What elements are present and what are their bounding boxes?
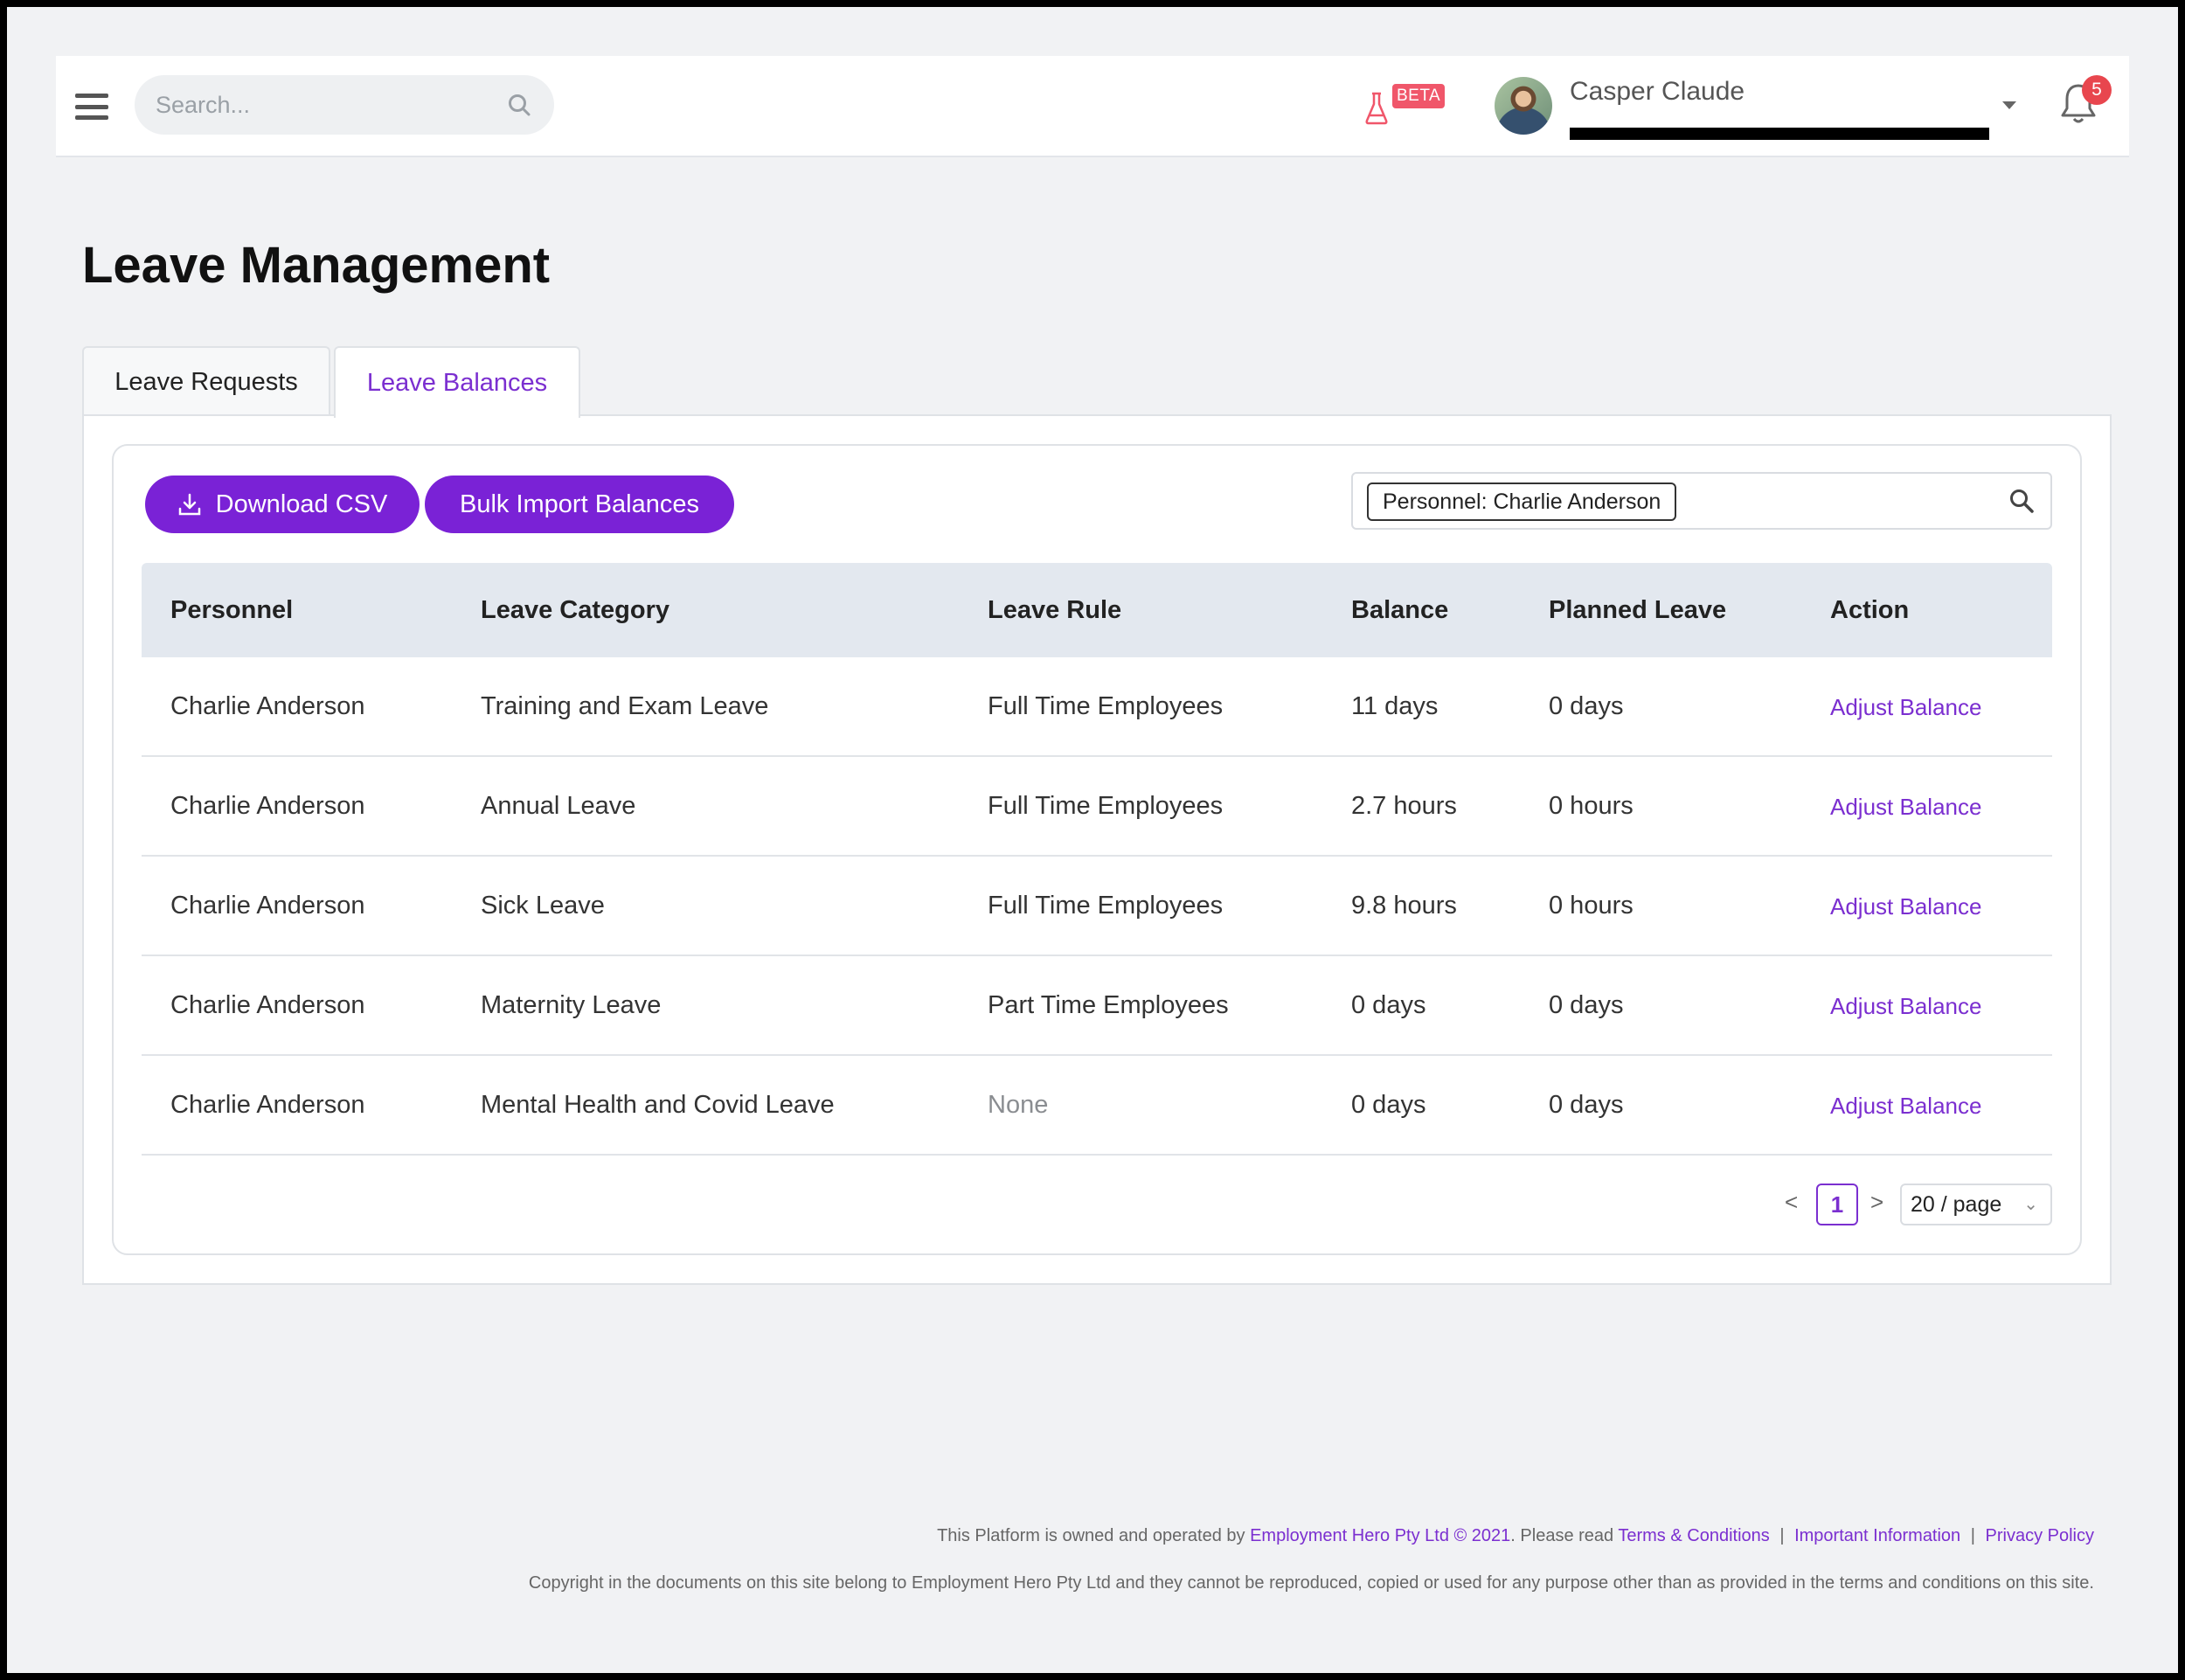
global-search bbox=[135, 75, 554, 135]
cell-balance: 0 days bbox=[1351, 991, 1426, 1019]
footer-separator: | bbox=[1779, 1526, 1785, 1545]
table-header: Personnel Leave Category Leave Rule Bala… bbox=[142, 563, 2052, 657]
cell-planned-leave: 0 days bbox=[1549, 1091, 1624, 1119]
filter-search-icon[interactable] bbox=[2008, 488, 2035, 518]
cell-leave-rule: Part Time Employees bbox=[988, 991, 1229, 1019]
page-title: Leave Management bbox=[82, 237, 551, 294]
avatar bbox=[1495, 77, 1552, 135]
search-input[interactable] bbox=[156, 75, 496, 135]
page-size-value: 20 / page bbox=[1911, 1192, 2002, 1217]
notification-count-badge: 5 bbox=[2082, 75, 2112, 105]
adjust-balance-link[interactable]: Adjust Balance bbox=[1830, 893, 1981, 920]
filter-chip[interactable]: Personnel: Charlie Anderson bbox=[1367, 482, 1677, 521]
adjust-balance-link[interactable]: Adjust Balance bbox=[1830, 993, 1981, 1020]
download-csv-button[interactable]: Download CSV bbox=[145, 476, 420, 533]
redacted-email bbox=[1570, 128, 1989, 140]
personnel-filter-input[interactable]: Personnel: Charlie Anderson bbox=[1351, 472, 2052, 530]
chevron-down-icon[interactable] bbox=[2001, 100, 2017, 115]
cell-balance: 2.7 hours bbox=[1351, 792, 1457, 820]
download-icon bbox=[177, 492, 202, 517]
footer-mid: . Please read bbox=[1510, 1526, 1614, 1545]
cell-leave-category: Sick Leave bbox=[481, 892, 605, 920]
column-header-leave-rule: Leave Rule bbox=[988, 596, 1122, 624]
cell-personnel: Charlie Anderson bbox=[170, 892, 365, 920]
top-navigation-bar: BETA Casper Claude 5 bbox=[56, 56, 2129, 157]
cell-leave-rule: Full Time Employees bbox=[988, 892, 1224, 920]
app-frame: BETA Casper Claude 5 Leave Management Le… bbox=[7, 7, 2178, 1673]
pagination-next-button[interactable]: > bbox=[1870, 1189, 1883, 1216]
column-header-leave-category: Leave Category bbox=[481, 596, 669, 624]
chevron-down-icon: ⌄ bbox=[2023, 1195, 2038, 1214]
company-link[interactable]: Employment Hero Pty Ltd © 2021 bbox=[1250, 1526, 1510, 1545]
cell-leave-rule: Full Time Employees bbox=[988, 692, 1224, 720]
table-row: Charlie Anderson Sick Leave Full Time Em… bbox=[142, 857, 2052, 956]
table-row: Charlie Anderson Annual Leave Full Time … bbox=[142, 757, 2052, 857]
cell-planned-leave: 0 hours bbox=[1549, 792, 1634, 820]
privacy-policy-link[interactable]: Privacy Policy bbox=[1986, 1526, 2094, 1545]
cell-personnel: Charlie Anderson bbox=[170, 991, 365, 1019]
cell-planned-leave: 0 hours bbox=[1549, 892, 1634, 920]
table-row: Charlie Anderson Maternity Leave Part Ti… bbox=[142, 956, 2052, 1056]
cell-personnel: Charlie Anderson bbox=[170, 692, 365, 720]
page-size-select[interactable]: 20 / page ⌄ bbox=[1900, 1184, 2052, 1225]
user-menu[interactable]: Casper Claude bbox=[1495, 73, 2054, 140]
cell-leave-category: Annual Leave bbox=[481, 792, 636, 820]
footer-ownership-line: This Platform is owned and operated by E… bbox=[937, 1526, 2094, 1546]
cell-balance: 0 days bbox=[1351, 1091, 1426, 1119]
cell-leave-category: Training and Exam Leave bbox=[481, 692, 769, 720]
pagination-current-page[interactable]: 1 bbox=[1816, 1184, 1858, 1225]
column-header-balance: Balance bbox=[1351, 596, 1449, 624]
beta-features-button[interactable]: BETA bbox=[1363, 80, 1446, 133]
adjust-balance-link[interactable]: Adjust Balance bbox=[1830, 1093, 1981, 1120]
notifications-button[interactable]: 5 bbox=[2059, 75, 2112, 136]
tab-leave-requests[interactable]: Leave Requests bbox=[82, 346, 330, 416]
hamburger-menu-icon[interactable] bbox=[75, 94, 108, 120]
cell-planned-leave: 0 days bbox=[1549, 991, 1624, 1019]
column-header-action: Action bbox=[1830, 596, 1910, 624]
cell-leave-rule: None bbox=[988, 1091, 1049, 1119]
cell-personnel: Charlie Anderson bbox=[170, 1091, 365, 1119]
flask-icon bbox=[1363, 91, 1390, 130]
column-header-personnel: Personnel bbox=[170, 596, 294, 624]
adjust-balance-link[interactable]: Adjust Balance bbox=[1830, 694, 1981, 721]
footer-copyright: Copyright in the documents on this site … bbox=[528, 1573, 2094, 1593]
footer-prefix: This Platform is owned and operated by bbox=[937, 1526, 1245, 1545]
tab-leave-balances[interactable]: Leave Balances bbox=[334, 346, 580, 418]
search-icon[interactable] bbox=[507, 93, 531, 121]
cell-balance: 9.8 hours bbox=[1351, 892, 1457, 920]
terms-link[interactable]: Terms & Conditions bbox=[1618, 1526, 1769, 1545]
important-information-link[interactable]: Important Information bbox=[1794, 1526, 1960, 1545]
beta-badge: BETA bbox=[1392, 84, 1446, 108]
adjust-balance-link[interactable]: Adjust Balance bbox=[1830, 794, 1981, 821]
cell-leave-category: Mental Health and Covid Leave bbox=[481, 1091, 835, 1119]
table-row: Charlie Anderson Training and Exam Leave… bbox=[142, 657, 2052, 757]
cell-leave-rule: Full Time Employees bbox=[988, 792, 1224, 820]
cell-personnel: Charlie Anderson bbox=[170, 792, 365, 820]
pagination-prev-button[interactable]: < bbox=[1785, 1189, 1798, 1216]
footer-separator: | bbox=[1970, 1526, 1975, 1545]
bulk-import-balances-button[interactable]: Bulk Import Balances bbox=[425, 476, 734, 533]
cell-planned-leave: 0 days bbox=[1549, 692, 1624, 720]
table-row: Charlie Anderson Mental Health and Covid… bbox=[142, 1056, 2052, 1156]
download-csv-label: Download CSV bbox=[215, 489, 388, 518]
column-header-planned-leave: Planned Leave bbox=[1549, 596, 1727, 624]
cell-balance: 11 days bbox=[1351, 692, 1439, 720]
cell-leave-category: Maternity Leave bbox=[481, 991, 662, 1019]
bell-icon bbox=[2059, 84, 2098, 129]
user-name: Casper Claude bbox=[1570, 77, 1745, 106]
